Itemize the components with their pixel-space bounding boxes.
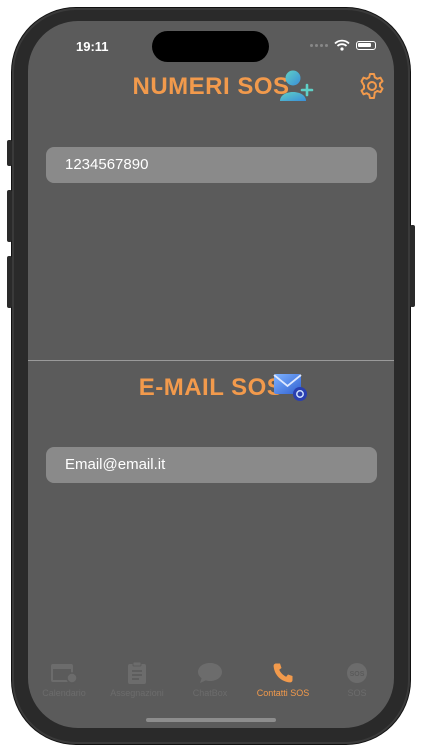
tab-calendario[interactable]: Calendario xyxy=(28,661,100,698)
tab-label: Assegnazioni xyxy=(110,688,164,698)
sos-icon: SOS xyxy=(347,663,367,683)
home-indicator[interactable] xyxy=(146,718,276,722)
tab-label: Contatti SOS xyxy=(256,688,310,698)
status-icons xyxy=(310,39,376,51)
person-add-icon[interactable] xyxy=(279,69,315,103)
section-divider xyxy=(28,360,394,361)
email-title: E-MAIL SOS xyxy=(138,374,284,401)
volume-down-button xyxy=(7,256,12,308)
calendar-icon xyxy=(51,664,78,684)
status-time: 19:11 xyxy=(76,39,109,54)
tab-contatti-sos[interactable]: Contatti SOS xyxy=(247,661,319,698)
gear-icon xyxy=(360,73,384,99)
tab-sos[interactable]: SOS SOS xyxy=(321,661,393,698)
chat-bubble-icon xyxy=(198,663,222,683)
tab-chatbox[interactable]: ChatBox xyxy=(174,661,246,698)
battery-icon xyxy=(356,40,376,50)
dynamic-island xyxy=(152,31,269,62)
email-header: E-MAIL SOS xyxy=(28,374,394,402)
tab-label: ChatBox xyxy=(192,688,228,698)
numbers-title: NUMERI SOS xyxy=(132,73,290,100)
numbers-header: NUMERI SOS xyxy=(28,73,394,101)
tab-label: Calendario xyxy=(42,688,86,698)
wifi-icon xyxy=(334,39,350,51)
settings-button[interactable] xyxy=(358,72,386,100)
volume-up-button xyxy=(7,190,12,242)
svg-text:SOS: SOS xyxy=(350,671,365,678)
sos-number-field[interactable]: 1234567890 xyxy=(46,147,377,183)
tab-assegnazioni[interactable]: Assegnazioni xyxy=(101,661,173,698)
mute-switch xyxy=(7,140,12,166)
clipboard-icon xyxy=(128,661,146,684)
phone-icon xyxy=(273,663,293,683)
signal-icon xyxy=(310,43,328,47)
power-button xyxy=(410,225,415,307)
tab-bar: Calendario Assegnazioni ChatBox Contatti… xyxy=(28,661,394,705)
sos-email-field[interactable]: Email@email.it xyxy=(46,447,377,483)
tab-label: SOS xyxy=(347,688,367,698)
status-bar: 19:11 xyxy=(28,21,394,65)
envelope-icon[interactable] xyxy=(273,373,309,403)
app-screen: 19:11 NUMERI SOS 1234567890 E-MAIL SOS E… xyxy=(28,21,394,728)
